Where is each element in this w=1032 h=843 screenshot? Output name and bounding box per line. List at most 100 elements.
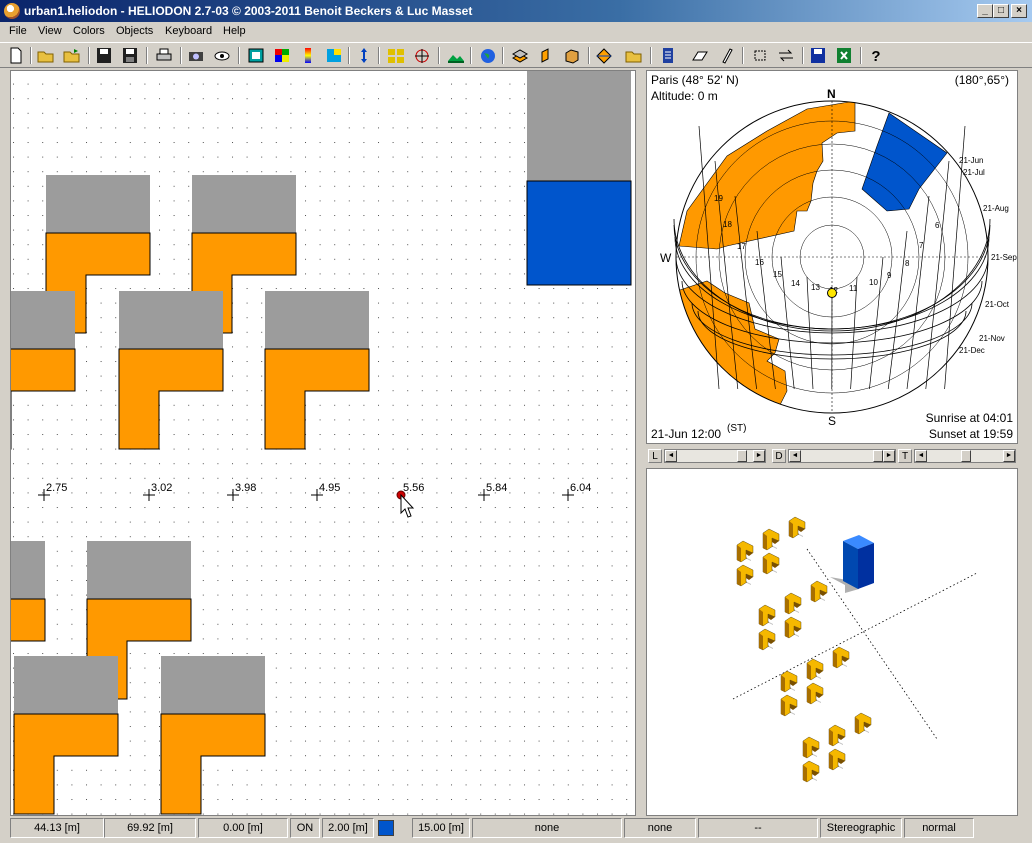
slider-l[interactable]: ◄ ► [664,449,766,463]
building-roof[interactable] [11,541,45,599]
eye-icon[interactable] [212,46,232,65]
box-icon[interactable] [562,46,582,65]
menu-keyboard[interactable]: Keyboard [165,25,212,37]
help-icon[interactable]: ? [866,46,886,65]
building-roof[interactable] [87,541,191,599]
slider-d[interactable]: ◄ ► [788,449,896,463]
swap-icon[interactable] [776,46,796,65]
excel-icon[interactable] [834,46,854,65]
open-folder-icon[interactable] [36,46,56,65]
slider-d-label: D [772,449,786,463]
slider-d-right-arrow[interactable]: ► [883,450,895,462]
frame-icon[interactable] [246,46,266,65]
landscape-icon[interactable] [446,46,466,65]
compass-rose-icon[interactable] [412,46,432,65]
globe-icon[interactable] [478,46,498,65]
window-title: urban1.heliodon - HELIODON 2.7-03 © 2003… [24,4,473,18]
pencil-icon[interactable] [716,46,736,65]
save-as-icon[interactable] [120,46,140,65]
hour-label: 14 [791,279,800,288]
status-grid-step[interactable]: 2.00 [m] [322,818,374,838]
fit-icon[interactable] [750,46,770,65]
hour-label: 17 [737,242,746,251]
building-3d [758,628,776,651]
month-label: 21-Sep [991,253,1017,262]
plan-view[interactable]: 2.75 3.02 3.98 4.95 5.56 5.84 6.04 [10,70,636,816]
menu-file[interactable]: File [9,25,27,37]
slider-l-left-arrow[interactable]: ◄ [665,450,677,462]
slider-t-right-arrow[interactable]: ► [1003,450,1015,462]
status-projection[interactable]: Stereographic [820,818,902,838]
sun-path-chart[interactable]: 21-Jun 21-Jul 21-Aug 21-Sep 21-Oct 21-Nov 21-D… [646,70,1018,444]
building-3d [784,592,802,615]
vertical-arrows-icon[interactable] [354,46,374,65]
status-selection-2: none [624,818,696,838]
folder-export-icon[interactable] [624,46,644,65]
status-height[interactable]: 15.00 [m] [412,818,470,838]
tiles-icon[interactable] [324,46,344,65]
building-roof[interactable] [192,175,296,233]
slider-d-thumb[interactable] [873,450,883,462]
selected-building[interactable] [526,180,632,286]
view-angles-label: (180°,65°) [954,73,1009,87]
grid-colors-icon[interactable] [272,46,292,65]
slider-l-right-arrow[interactable]: ► [753,450,765,462]
status-mode[interactable]: normal [904,818,974,838]
probe-value-label: 6.04 [570,482,591,494]
status-bar: 44.13 [m] 69.92 [m] 0.00 [m] ON 2.00 [m]… [0,818,1032,840]
hour-label: 9 [887,271,892,280]
status-grid-toggle[interactable]: ON [290,818,320,838]
title-bar: urban1.heliodon - HELIODON 2.7-03 © 2003… [0,0,1032,22]
plane-icon[interactable] [690,46,710,65]
slider-t-left-arrow[interactable]: ◄ [915,450,927,462]
menu-view[interactable]: View [38,25,62,37]
building-3d [762,552,780,575]
open-folder-2-icon[interactable] [62,46,82,65]
app-icon [4,3,20,19]
camera-icon[interactable] [186,46,206,65]
diamond-icon[interactable] [594,46,614,65]
building-roof[interactable] [161,656,265,714]
slider-t-label: T [898,449,912,463]
slider-d-left-arrow[interactable]: ◄ [789,450,801,462]
minimize-button[interactable]: _ [977,4,993,18]
slider-t[interactable]: ◄ ► [914,449,1016,463]
building-roof[interactable] [46,175,150,233]
building-3d [828,724,846,747]
color-scale-icon[interactable] [298,46,318,65]
building-roof[interactable] [265,291,369,349]
slider-t-thumb[interactable] [961,450,971,462]
status-y-coordinate: 69.92 [m] [104,818,196,838]
3d-view[interactable] [646,468,1018,816]
month-label: 21-Aug [983,204,1009,213]
close-button[interactable]: × [1011,4,1027,18]
hour-label: 10 [869,278,878,287]
month-label: 21-Jun [959,156,983,165]
print-icon[interactable] [154,46,174,65]
hour-label: 19 [714,194,723,203]
menu-help[interactable]: Help [223,25,246,37]
slider-l-label: L [648,449,662,463]
status-color-swatch[interactable] [378,820,394,836]
building-roof[interactable] [527,71,631,181]
menu-objects[interactable]: Objects [116,25,153,37]
maximize-button[interactable]: □ [993,4,1009,18]
save-disk-icon[interactable] [808,46,828,65]
time-ref-label: (ST) [727,423,747,434]
menu-colors[interactable]: Colors [73,25,105,37]
building-3d [780,670,798,693]
new-file-icon[interactable] [6,46,26,65]
list-icon[interactable] [658,46,678,65]
status-selection-3: -- [698,818,818,838]
surface-icon[interactable] [536,46,556,65]
building-3d [758,604,776,627]
building-roof[interactable] [119,291,223,349]
layers-icon[interactable] [510,46,530,65]
building-3d [784,616,802,639]
layout-icon[interactable] [386,46,406,65]
building-roof[interactable] [11,291,75,349]
building-roof[interactable] [14,656,118,714]
building-3d [806,682,824,705]
slider-l-thumb[interactable] [737,450,747,462]
save-icon[interactable] [94,46,114,65]
